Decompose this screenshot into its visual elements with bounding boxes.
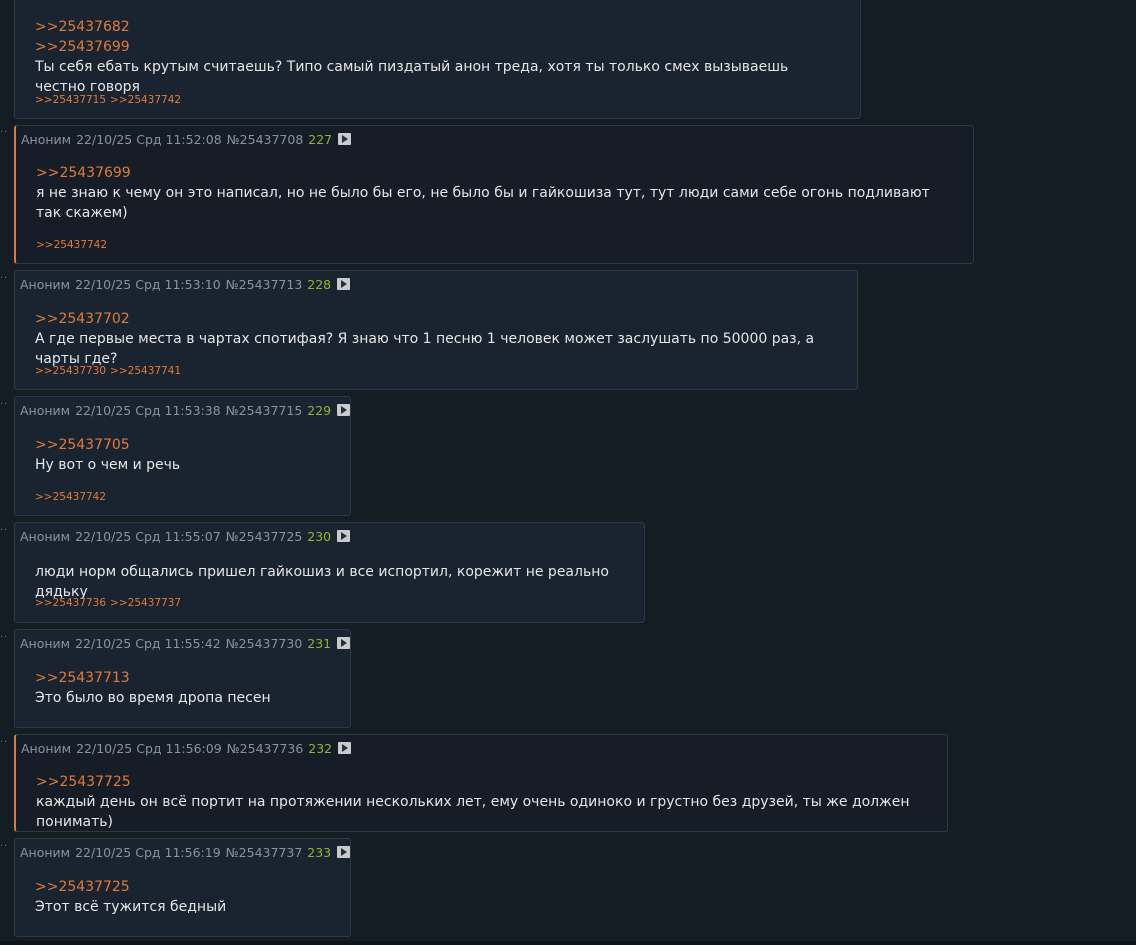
- post-body: >>25437702 А где первые места в чартах с…: [35, 309, 839, 369]
- backlink[interactable]: >>25437742: [36, 239, 107, 251]
- backlink[interactable]: >>25437742: [35, 491, 106, 503]
- post-date: 22/10/25 Срд 11:56:19: [75, 844, 221, 860]
- post-replies: >>25437742: [36, 239, 107, 251]
- post-author: Аноним: [20, 635, 71, 651]
- post-header: Аноним 22/10/25 Срд 11:56:19 №25437737 2…: [20, 844, 351, 860]
- post: >>25437682 >>25437699 Ты себя ебать крут…: [14, 0, 861, 119]
- post-text: Ну вот о чем и речь: [35, 457, 181, 473]
- post: Аноним 22/10/25 Срд 11:53:38 №25437715 2…: [14, 396, 351, 516]
- drag-dots-icon[interactable]: ··: [0, 738, 12, 748]
- post-id[interactable]: №25437730: [226, 636, 303, 651]
- post: Аноним 22/10/25 Срд 11:55:07 №25437725 2…: [14, 522, 645, 623]
- post-id[interactable]: №25437725: [226, 529, 303, 544]
- page-bottom-edge: [0, 941, 1136, 945]
- play-icon[interactable]: [337, 637, 351, 649]
- reply-link[interactable]: >>25437725: [35, 877, 332, 897]
- post: Аноним 22/10/25 Срд 11:53:10 №25437713 2…: [14, 270, 858, 390]
- drag-dots-icon[interactable]: ··: [0, 633, 12, 643]
- reply-link[interactable]: >>25437725: [36, 772, 929, 792]
- post-id[interactable]: №25437708: [227, 132, 304, 147]
- backlink[interactable]: >>25437737: [110, 597, 181, 609]
- play-icon[interactable]: [337, 846, 351, 858]
- backlink[interactable]: >>25437736: [35, 597, 106, 609]
- post-number: 233: [307, 844, 332, 860]
- post-text: Это было во время дропа песен: [35, 690, 271, 706]
- post-author: Аноним: [20, 276, 71, 292]
- post-date: 22/10/25 Срд 11:55:42: [75, 635, 221, 651]
- post-header: Аноним 22/10/25 Срд 11:52:08 №25437708 2…: [21, 131, 352, 147]
- post-id[interactable]: №25437715: [226, 403, 303, 418]
- post-header: Аноним 22/10/25 Срд 11:55:07 №25437725 2…: [20, 528, 351, 544]
- drag-dots-icon[interactable]: ··: [0, 842, 12, 852]
- drag-dots-icon[interactable]: ··: [0, 526, 12, 536]
- post-replies: >>25437715 >>25437742: [35, 94, 181, 106]
- post-number: 229: [307, 402, 332, 418]
- backlink[interactable]: >>25437715: [35, 94, 106, 106]
- post-body: >>25437682 >>25437699 Ты себя ебать крут…: [35, 17, 842, 97]
- post-date: 22/10/25 Срд 11:53:38: [75, 402, 221, 418]
- post-body: >>25437699 я не знаю к чему он это напис…: [36, 163, 955, 223]
- post-id[interactable]: №25437736: [227, 741, 304, 756]
- drag-dots-icon[interactable]: ··: [0, 274, 12, 284]
- post-date: 22/10/25 Срд 11:55:07: [75, 528, 221, 544]
- post-date: 22/10/25 Срд 11:53:10: [75, 276, 221, 292]
- post-replies: >>25437736 >>25437737: [35, 597, 181, 609]
- post: Аноним 22/10/25 Срд 11:55:42 №25437730 2…: [14, 629, 351, 728]
- post-header: Аноним 22/10/25 Срд 11:53:10 №25437713 2…: [20, 276, 351, 292]
- drag-dots-icon[interactable]: ··: [0, 128, 12, 138]
- backlink[interactable]: >>25437742: [110, 94, 181, 106]
- post-author: Аноним: [20, 844, 71, 860]
- post-header: Аноним 22/10/25 Срд 11:53:38 №25437715 2…: [20, 402, 351, 418]
- play-icon[interactable]: [337, 530, 351, 542]
- post-text: Этот всё тужится бедный: [35, 899, 227, 915]
- post-date: 22/10/25 Срд 11:52:08: [76, 131, 222, 147]
- backlink[interactable]: >>25437730: [35, 365, 106, 377]
- post-body: >>25437725 каждый день он всё портит на …: [36, 772, 929, 832]
- post-id[interactable]: №25437737: [226, 845, 303, 860]
- post-header: Аноним 22/10/25 Срд 11:56:09 №25437736 2…: [21, 740, 352, 756]
- reply-link[interactable]: >>25437713: [35, 668, 332, 688]
- post-header: Аноним 22/10/25 Срд 11:55:42 №25437730 2…: [20, 635, 351, 651]
- post-author: Аноним: [20, 402, 71, 418]
- post: Аноним 22/10/25 Срд 11:52:08 №25437708 2…: [14, 125, 974, 264]
- play-icon[interactable]: [337, 404, 351, 416]
- post-date: 22/10/25 Срд 11:56:09: [76, 740, 222, 756]
- post-text: люди норм общались пришел гайкошиз и все…: [35, 564, 609, 600]
- post-replies: >>25437730 >>25437741: [35, 365, 181, 377]
- post-body: >>25437705 Ну вот о чем и речь: [35, 435, 332, 475]
- drag-dots-icon[interactable]: ··: [0, 400, 12, 410]
- post-replies: >>25437742: [35, 491, 106, 503]
- reply-link[interactable]: >>25437702: [35, 309, 839, 329]
- post-text: я не знаю к чему он это написал, но не б…: [36, 185, 930, 221]
- reply-link[interactable]: >>25437699: [35, 37, 842, 57]
- post-body: >>25437725 Этот всё тужится бедный: [35, 877, 332, 917]
- post-number: 228: [307, 276, 332, 292]
- post-id[interactable]: №25437713: [226, 277, 303, 292]
- post-text: А где первые места в чартах спотифая? Я …: [35, 331, 815, 367]
- post: Аноним 22/10/25 Срд 11:56:19 №25437737 2…: [14, 838, 351, 937]
- post-number: 231: [307, 635, 332, 651]
- play-icon[interactable]: [338, 742, 352, 754]
- backlink[interactable]: >>25437741: [110, 365, 181, 377]
- post: Аноним 22/10/25 Срд 11:56:09 №25437736 2…: [14, 734, 948, 832]
- reply-link[interactable]: >>25437699: [36, 163, 955, 183]
- post-text: каждый день он всё портит на протяжении …: [36, 794, 910, 830]
- reply-link[interactable]: >>25437682: [35, 17, 842, 37]
- post-author: Аноним: [21, 131, 72, 147]
- post-body: люди норм общались пришел гайкошиз и все…: [35, 562, 626, 602]
- post-body: >>25437713 Это было во время дропа песен: [35, 668, 332, 708]
- play-icon[interactable]: [338, 133, 352, 145]
- post-number: 230: [307, 528, 332, 544]
- post-number: 232: [308, 740, 333, 756]
- post-author: Аноним: [20, 528, 71, 544]
- reply-link[interactable]: >>25437705: [35, 435, 332, 455]
- play-icon[interactable]: [337, 278, 351, 290]
- post-author: Аноним: [21, 740, 72, 756]
- post-text: Ты себя ебать крутым считаешь? Типо самы…: [35, 59, 789, 95]
- post-number: 227: [308, 131, 333, 147]
